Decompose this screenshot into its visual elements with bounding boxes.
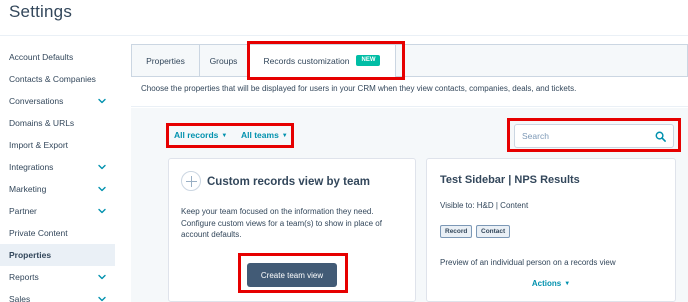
sidebar-item-label: Integrations <box>9 162 54 172</box>
card-description-line: Configure custom views for a team(s) to … <box>181 218 382 228</box>
settings-sidebar: Account Defaults Contacts & Companies Conv… <box>0 46 115 302</box>
description-divider <box>131 106 688 107</box>
sidebar-item[interactable]: Conversations <box>0 90 115 112</box>
sidebar-item-label: Private Content <box>9 228 68 238</box>
all-teams-filter[interactable]: All teams ▼ <box>241 130 288 140</box>
sidebar-item-label: Partner <box>9 206 37 216</box>
chevron-down-icon[interactable] <box>98 295 106 302</box>
page-title: Settings <box>9 2 73 21</box>
search-icon[interactable] <box>655 131 666 142</box>
card-description-line: Keep your team focused on the informatio… <box>181 207 374 216</box>
sidebar-item-label: Contacts & Companies <box>9 74 96 84</box>
caret-down-icon: ▼ <box>221 133 228 139</box>
tab-groups[interactable]: Groups <box>200 45 248 77</box>
card-title: Test Sidebar | NPS Results <box>440 174 580 186</box>
caret-down-icon: ▼ <box>281 133 288 139</box>
tab-label: Records customization <box>263 56 350 66</box>
card-title: Custom records view by team <box>207 176 370 188</box>
sidebar-item[interactable]: Contacts & Companies <box>0 68 115 90</box>
contact-tag: Contact <box>476 225 511 238</box>
chevron-down-icon[interactable] <box>98 97 106 105</box>
tab-records-customization[interactable]: Records customization NEW <box>248 45 396 78</box>
sidebar-item[interactable]: Marketing <box>0 178 115 200</box>
sidebar-item[interactable]: Reports <box>0 266 115 288</box>
chevron-down-icon[interactable] <box>98 273 106 281</box>
sidebar-item[interactable]: Private Content <box>0 222 115 244</box>
sidebar-item[interactable]: Account Defaults <box>0 46 115 68</box>
sidebar-item[interactable]: Partner <box>0 200 115 222</box>
sidebar-item-label: Account Defaults <box>9 52 74 62</box>
header-divider <box>0 35 688 36</box>
actions-dropdown[interactable]: Actions ▼ <box>427 279 675 288</box>
plus-icon <box>181 171 201 191</box>
caret-down-icon: ▼ <box>564 281 571 287</box>
sidebar-item[interactable]: Domains & URLs <box>0 112 115 134</box>
search-box <box>514 124 674 148</box>
record-tag: Record <box>440 225 473 238</box>
tab-bar: Properties Groups Records customization N… <box>131 44 688 78</box>
new-badge: NEW <box>356 55 381 67</box>
sidebar-item-label: Properties <box>9 250 52 260</box>
actions-label: Actions <box>531 279 562 288</box>
sidebar-item[interactable]: Properties <box>0 244 115 266</box>
visibility-text: Visible to: H&D | Content <box>440 201 529 210</box>
sidebar-item[interactable]: Sales <box>0 288 115 302</box>
all-records-filter[interactable]: All records ▼ <box>174 130 227 140</box>
tab-label: Groups <box>209 56 238 66</box>
tab-label: Properties <box>146 56 185 66</box>
search-input[interactable] <box>515 125 650 147</box>
card-description-line: account defaults. <box>181 230 242 239</box>
sidebar-item-label: Conversations <box>9 96 64 106</box>
custom-records-view-card: Custom records view by team Keep your te… <box>168 158 416 302</box>
sidebar-item-label: Reports <box>9 272 39 282</box>
card-description: Keep your team focused on the informatio… <box>181 206 401 241</box>
chevron-down-icon[interactable] <box>98 185 106 193</box>
create-team-view-button[interactable]: Create team view <box>247 263 337 287</box>
sidebar-item[interactable]: Import & Export <box>0 134 115 156</box>
sidebar-item-label: Domains & URLs <box>9 118 75 128</box>
records-view-card: Test Sidebar | NPS Results Visible to: H… <box>426 158 676 302</box>
sidebar-item-label: Sales <box>9 294 31 302</box>
chevron-down-icon[interactable] <box>98 163 106 171</box>
page-description: Choose the properties that will be displ… <box>141 84 577 93</box>
tab-properties[interactable]: Properties <box>132 45 200 77</box>
sidebar-item-label: Import & Export <box>9 140 69 150</box>
sidebar-item[interactable]: Integrations <box>0 156 115 178</box>
sidebar-item-label: Marketing <box>9 184 47 194</box>
chevron-down-icon[interactable] <box>98 207 106 215</box>
main-content: Properties Groups Records customization N… <box>131 44 688 302</box>
preview-text: Preview of an individual person on a rec… <box>440 258 616 267</box>
filter-label: All teams <box>241 130 279 140</box>
filter-label: All records <box>174 130 219 140</box>
